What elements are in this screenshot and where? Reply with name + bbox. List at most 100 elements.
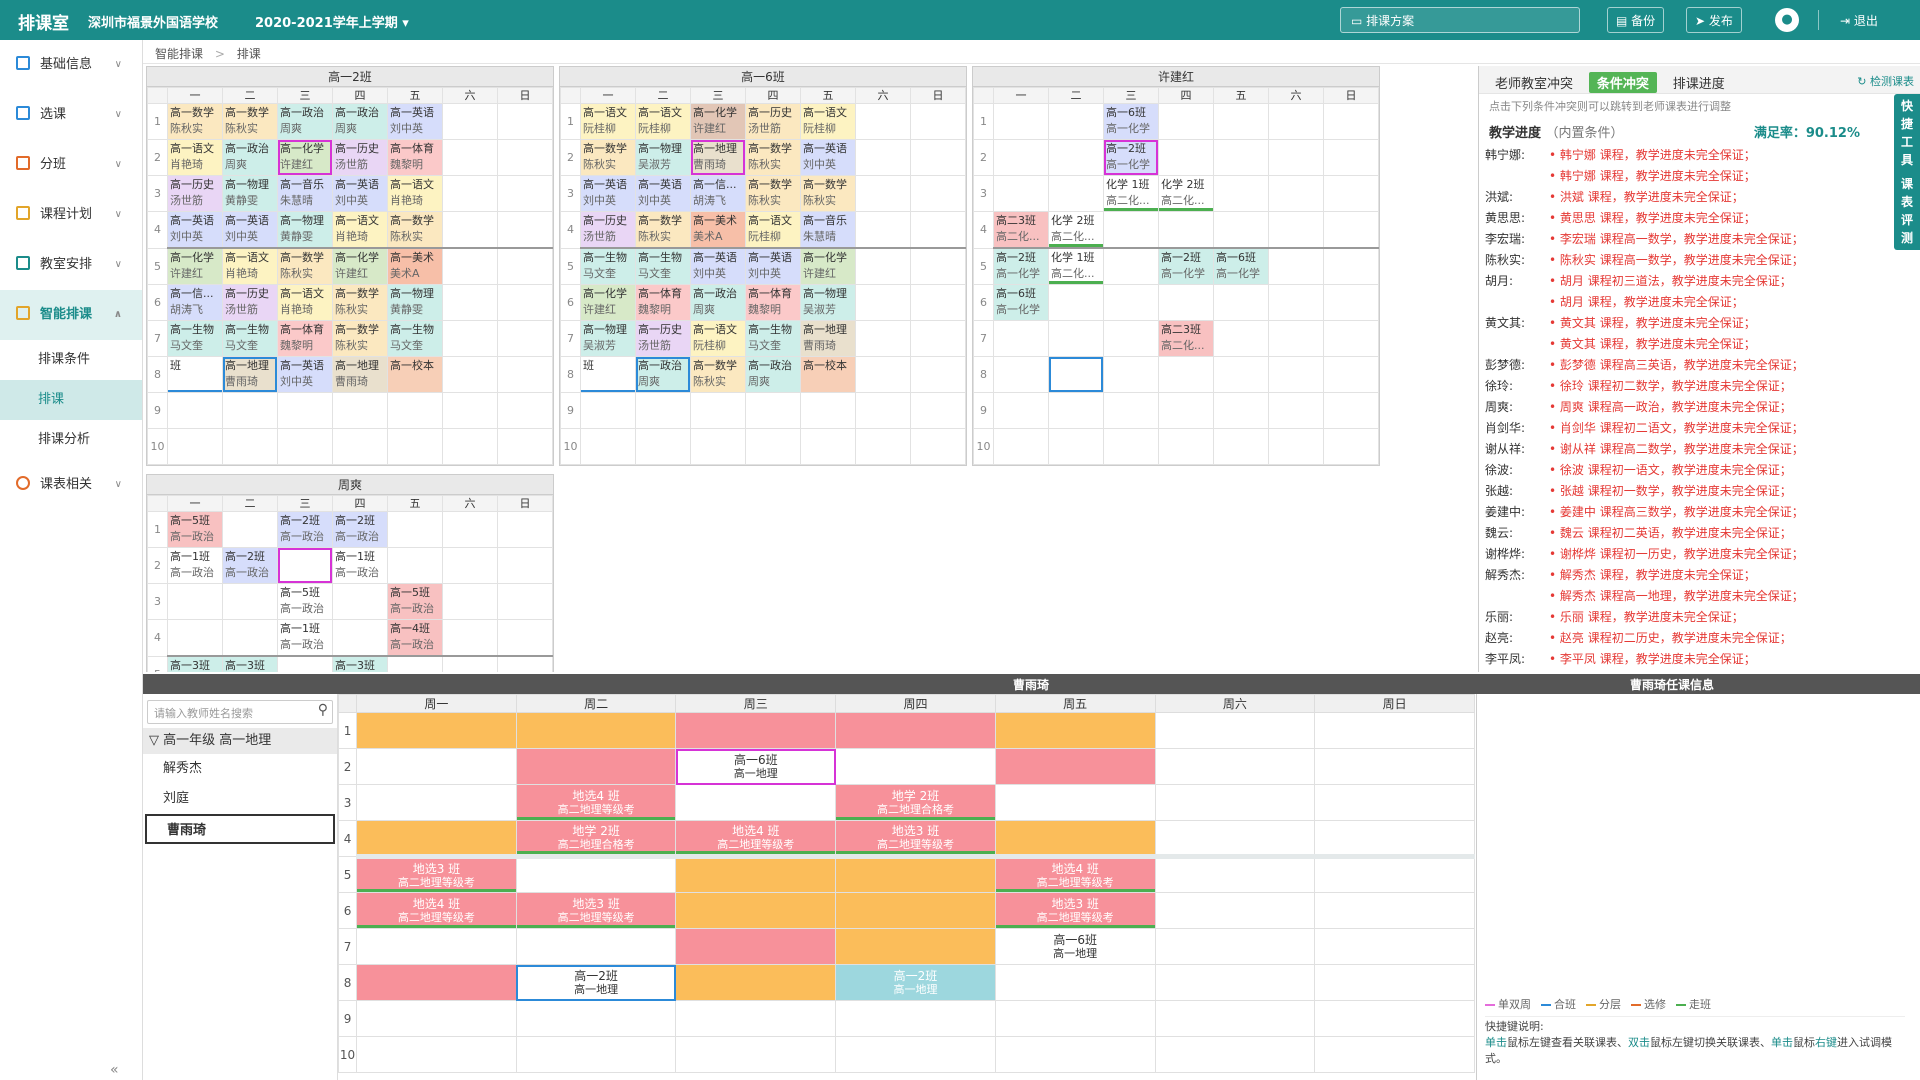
lesson-card[interactable]: 高一数学 陈秋实 — [746, 140, 800, 175]
conflict-message[interactable]: • 黄文其 课程，教学进度未完全保证； — [1549, 316, 1756, 330]
schedule-slot[interactable]: 高一化学 许建红 — [332, 247, 388, 285]
lesson-card[interactable]: 高一英语 刘中英 — [388, 104, 442, 139]
schedule-slot[interactable] — [910, 175, 966, 212]
lesson-card[interactable]: 高一数学 陈秋实 — [691, 357, 745, 392]
lesson-card[interactable] — [1049, 357, 1103, 392]
schedule-slot[interactable]: 高一政治 周爽 — [690, 284, 746, 321]
lesson-card[interactable]: 化学 1班 高二化... — [1104, 176, 1158, 211]
schedule-slot[interactable]: 高一历史 汤世筋 — [635, 320, 691, 357]
schedule-slot[interactable] — [277, 547, 333, 584]
schedule-slot[interactable] — [1154, 820, 1316, 859]
schedule-slot[interactable]: 高一体育 魏黎明 — [745, 284, 801, 321]
schedule-slot[interactable] — [1213, 211, 1269, 249]
schedule-slot[interactable] — [910, 103, 966, 140]
schedule-slot[interactable] — [1154, 1036, 1316, 1073]
schedule-slot[interactable]: 高一5班 高一政治 — [167, 511, 223, 548]
schedule-slot[interactable] — [442, 392, 498, 429]
schedule-slot[interactable]: 高一生物 马文奎 — [745, 320, 801, 357]
schedule-slot[interactable] — [994, 712, 1156, 749]
lesson-card[interactable]: 高一语文 阮桂柳 — [801, 104, 855, 139]
schedule-slot[interactable] — [1314, 712, 1475, 749]
lesson-card[interactable]: 高一数学 陈秋实 — [333, 321, 387, 356]
schedule-slot[interactable] — [1154, 784, 1316, 821]
schedule-slot[interactable]: 高一英语 刘中英 — [635, 175, 691, 212]
schedule-slot[interactable]: 高一英语 刘中英 — [387, 103, 443, 140]
schedule-slot[interactable] — [745, 428, 801, 465]
schedule-slot[interactable] — [855, 320, 911, 357]
schedule-slot[interactable] — [1048, 139, 1104, 176]
schedule-slot[interactable] — [356, 928, 517, 965]
schedule-slot[interactable] — [835, 748, 996, 785]
lesson-card[interactable]: 高一英语 刘中英 — [746, 249, 800, 284]
lesson-card[interactable]: 高一2班 高一化学 — [1104, 140, 1158, 175]
schedule-slot[interactable]: 班 — [580, 356, 636, 393]
lesson-card[interactable]: 高一数学 陈秋实 — [636, 212, 690, 247]
conflict-message[interactable]: • 陈秋实 课程高一数学，教学进度未完全保证； — [1549, 253, 1804, 267]
lesson-card[interactable]: 高一1班 高一政治 — [333, 548, 387, 583]
schedule-slot[interactable] — [1268, 428, 1324, 465]
lesson-card[interactable]: 班 — [168, 357, 222, 392]
search-icon[interactable]: ⚲ — [318, 702, 328, 718]
schedule-slot[interactable] — [1268, 392, 1324, 429]
schedule-slot[interactable] — [1048, 175, 1104, 212]
lesson-card[interactable]: 高一英语 刘中英 — [333, 176, 387, 211]
schedule-slot[interactable] — [1158, 284, 1214, 321]
schedule-slot[interactable] — [855, 392, 911, 429]
schedule-slot[interactable] — [1314, 748, 1475, 785]
schedule-slot[interactable]: 高一数学 陈秋实 — [277, 247, 333, 285]
schedule-slot[interactable] — [675, 1000, 837, 1037]
lesson-card[interactable]: 高一英语 刘中英 — [801, 140, 855, 175]
schedule-slot[interactable] — [1323, 320, 1379, 357]
schedule-slot[interactable] — [1158, 428, 1214, 465]
schedule-slot[interactable] — [356, 1000, 517, 1037]
schedule-slot[interactable] — [1323, 211, 1379, 249]
lesson-card[interactable]: 高一1班 高一政治 — [278, 620, 332, 655]
lesson-card[interactable]: 高一1班 高一政治 — [168, 548, 222, 583]
conflict-item[interactable]: 李宏瑞: • 李宏瑞 课程高一数学，教学进度未完全保证； — [1479, 229, 1920, 250]
schedule-slot[interactable]: 高一3班 — [167, 655, 223, 672]
schedule-slot[interactable] — [835, 712, 996, 749]
schedule-slot[interactable]: 高一英语 刘中英 — [580, 175, 636, 212]
schedule-slot[interactable] — [994, 1036, 1156, 1073]
schedule-slot[interactable] — [332, 392, 388, 429]
conflict-item[interactable]: • 韩宁娜 课程，教学进度未完全保证； — [1479, 166, 1920, 187]
schedule-slot[interactable] — [497, 284, 553, 321]
schedule-slot[interactable]: 高一物理 吴淑芳 — [580, 320, 636, 357]
lesson-card[interactable]: 高一语文 肖艳琦 — [223, 249, 277, 284]
schedule-slot[interactable]: 高一地理 曹雨琦 — [800, 320, 856, 357]
conflict-item[interactable]: 徐波: • 徐波 课程初一语文，教学进度未完全保证； — [1479, 460, 1920, 481]
schedule-slot[interactable]: 高一2班 高一化学 — [993, 247, 1049, 285]
schedule-slot[interactable] — [1213, 428, 1269, 465]
schedule-slot[interactable]: 地选3 班高二地理等级考 — [835, 820, 996, 859]
schedule-slot[interactable]: 化学 1班 高二化... — [1103, 175, 1159, 212]
schedule-slot[interactable] — [1268, 175, 1324, 212]
lesson-card[interactable]: 高一数学 陈秋实 — [388, 212, 442, 247]
schedule-slot[interactable] — [515, 856, 677, 893]
schedule-slot[interactable] — [1154, 856, 1316, 893]
schedule-slot[interactable]: 高一5班 高一政治 — [387, 583, 443, 620]
logout-button[interactable]: ⇥ 退出 — [1840, 12, 1878, 29]
lesson-card[interactable]: 高一3班 — [223, 657, 277, 672]
schedule-slot[interactable] — [1048, 284, 1104, 321]
schedule-slot[interactable] — [1213, 139, 1269, 176]
schedule-slot[interactable] — [222, 511, 278, 548]
sidebar-item-0[interactable]: 基础信息 ∨ — [0, 40, 142, 90]
schedule-slot[interactable] — [835, 928, 996, 965]
schedule-slot[interactable] — [1268, 247, 1324, 285]
lesson-card[interactable]: 高一2班 高一政治 — [223, 548, 277, 583]
lesson-card[interactable]: 高一数学 陈秋实 — [278, 249, 332, 284]
schedule-slot[interactable] — [277, 428, 333, 465]
lesson-card[interactable]: 地学 2班 高二地理合格考 — [836, 789, 995, 816]
publish-button[interactable]: ➤ 发布 — [1686, 7, 1742, 33]
lesson-card[interactable]: 地选3 班高二地理等级考 — [517, 897, 676, 924]
schedule-slot[interactable] — [1154, 1000, 1316, 1037]
schedule-slot[interactable] — [1268, 139, 1324, 176]
lesson-card[interactable]: 高一历史 汤世筋 — [636, 321, 690, 356]
lesson-card[interactable]: 地选4 班高二地理等级考 — [676, 824, 835, 851]
schedule-slot[interactable] — [580, 392, 636, 429]
schedule-slot[interactable] — [1213, 103, 1269, 140]
schedule-slot[interactable] — [855, 175, 911, 212]
schedule-slot[interactable]: 高一地理 曹雨琦 — [690, 139, 746, 176]
conflict-item[interactable]: 洪斌: • 洪斌 课程，教学进度未完全保证； — [1479, 187, 1920, 208]
lesson-card[interactable]: 高一英语 刘中英 — [581, 176, 635, 211]
